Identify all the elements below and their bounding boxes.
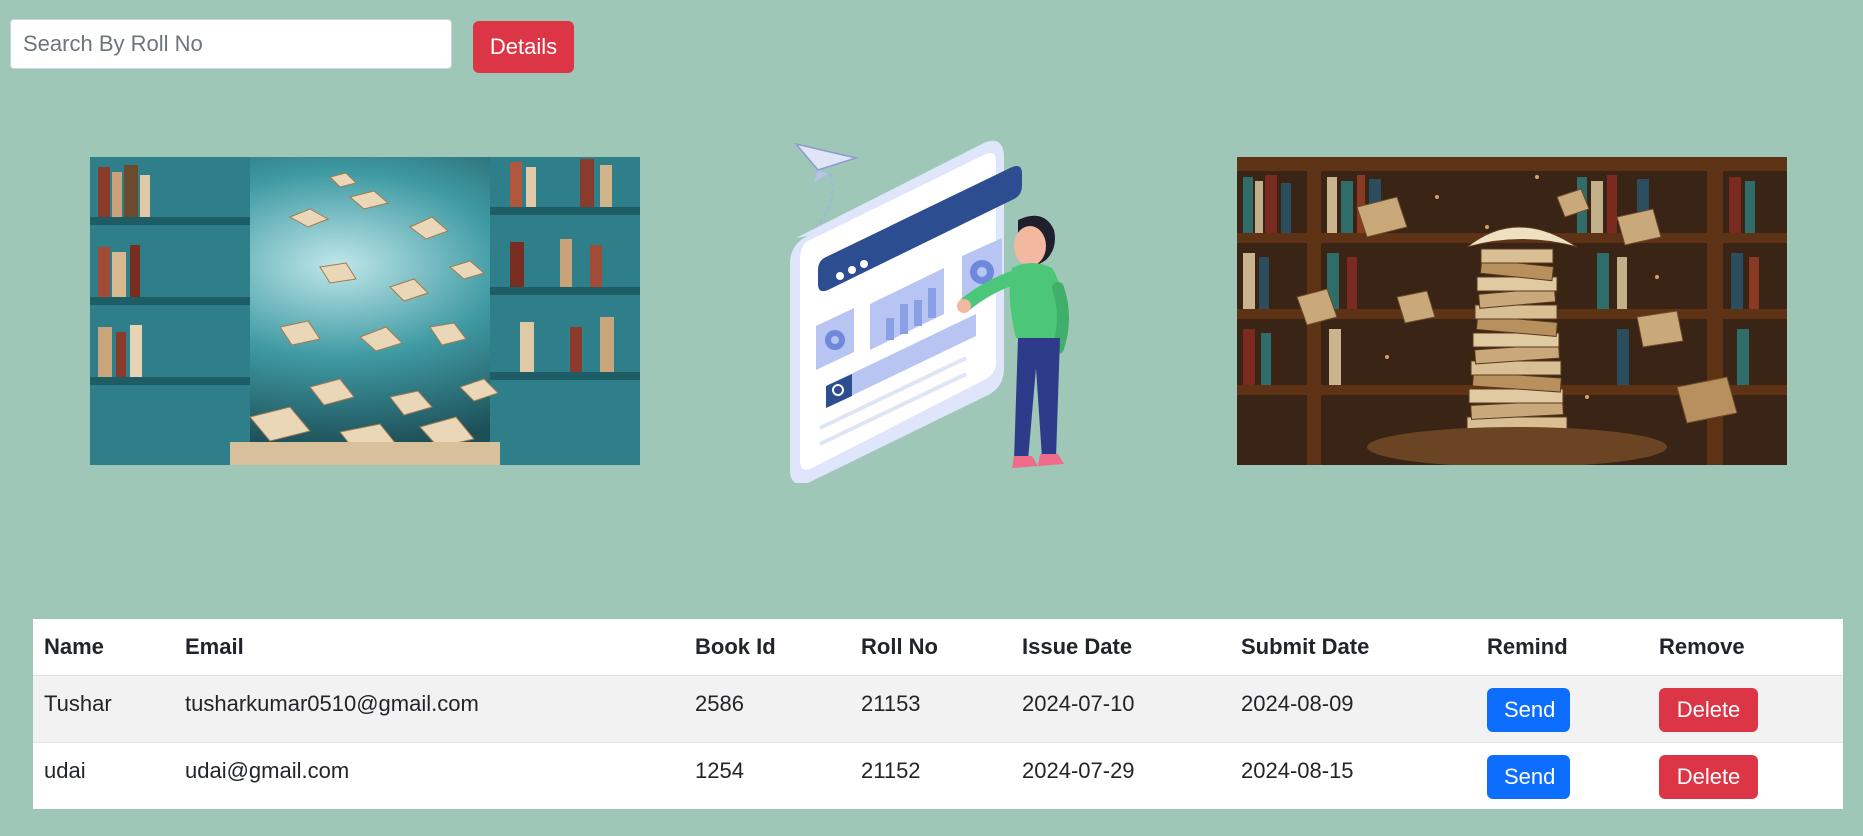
- cell-remove: Delete: [1648, 675, 1843, 742]
- cell-remind: Send: [1476, 675, 1648, 742]
- details-button[interactable]: Details: [473, 21, 574, 73]
- header-remind: Remind: [1487, 633, 1568, 659]
- cell-remove: Delete: [1648, 742, 1843, 809]
- delete-button[interactable]: Delete: [1659, 754, 1758, 799]
- search-input[interactable]: [10, 19, 452, 69]
- cell-book-id: 2586: [695, 690, 744, 716]
- cell-roll-no: 21153: [861, 690, 921, 716]
- cell-email: tusharkumar0510@gmail.com: [185, 690, 479, 716]
- table-row: Tushar tusharkumar0510@gmail.com 2586 21…: [33, 675, 1843, 742]
- dashboard-illustration: [786, 138, 1086, 483]
- delete-button[interactable]: Delete: [1659, 687, 1758, 732]
- table-header-row: Name Email Book Id Roll No Issue Date Su…: [33, 619, 1843, 675]
- cell-name: udai: [44, 757, 86, 783]
- issued-books-table: Name Email Book Id Roll No Issue Date Su…: [33, 619, 1843, 809]
- cell-issue-date: 2024-07-29: [1022, 757, 1135, 783]
- cell-roll-no: 21152: [861, 757, 921, 783]
- cell-name: Tushar: [44, 690, 112, 716]
- flying-books-image: [90, 157, 640, 465]
- cell-submit-date: 2024-08-09: [1241, 690, 1354, 716]
- header-roll-no: Roll No: [861, 633, 938, 659]
- table-row: udai udai@gmail.com 1254 21152 2024-07-2…: [33, 742, 1843, 809]
- header-remove: Remove: [1659, 633, 1745, 659]
- cell-submit-date: 2024-08-15: [1241, 757, 1354, 783]
- header-issue-date: Issue Date: [1022, 633, 1133, 659]
- send-reminder-button[interactable]: Send: [1487, 754, 1570, 799]
- header-book-id: Book Id: [695, 633, 776, 659]
- header-email: Email: [185, 633, 244, 659]
- header-name: Name: [44, 633, 104, 659]
- cell-remind: Send: [1476, 742, 1648, 809]
- send-reminder-button[interactable]: Send: [1487, 687, 1570, 732]
- cell-issue-date: 2024-07-10: [1022, 690, 1135, 716]
- cell-email: udai@gmail.com: [185, 757, 350, 783]
- book-stack-image: [1237, 157, 1787, 465]
- header-submit-date: Submit Date: [1241, 633, 1370, 659]
- cell-book-id: 1254: [695, 757, 744, 783]
